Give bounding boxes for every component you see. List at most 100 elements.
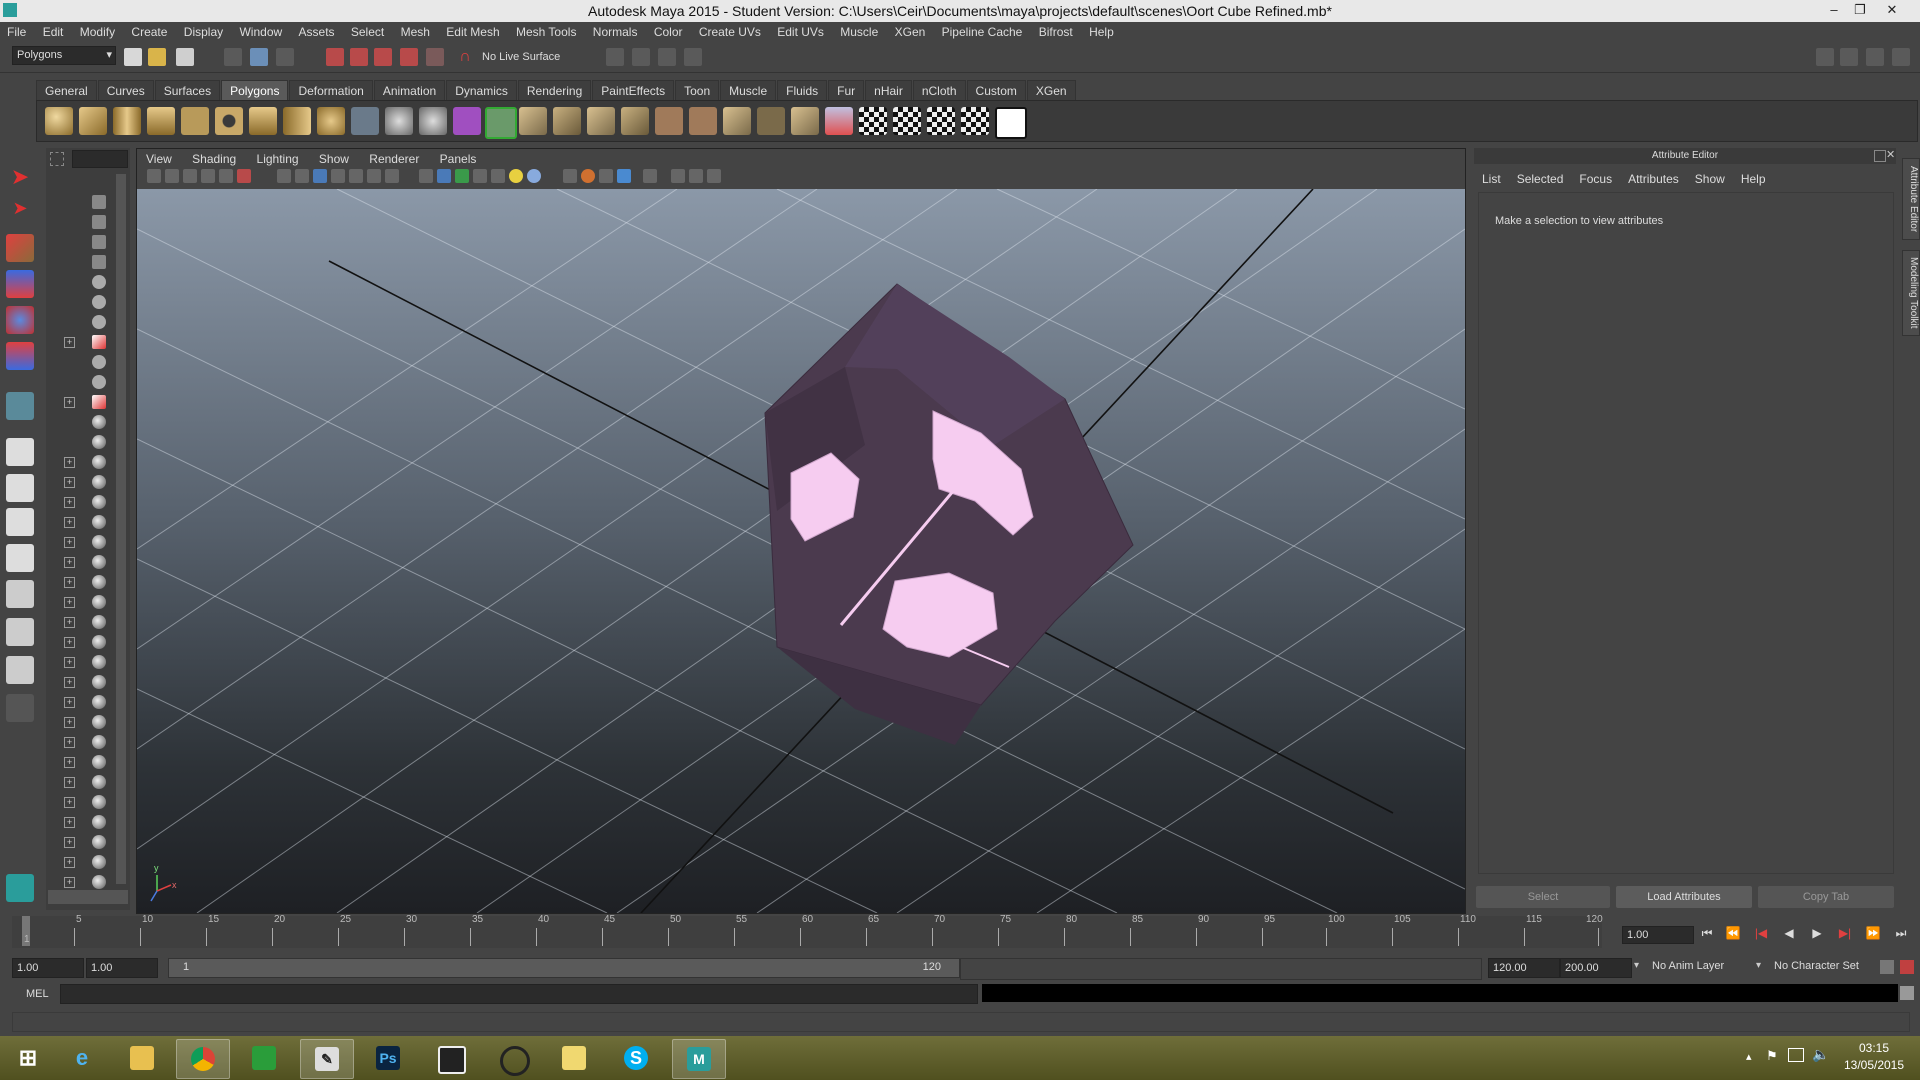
taskbar-photoshop[interactable]: Ps xyxy=(362,1039,414,1077)
mel-label[interactable]: MEL xyxy=(26,988,49,1000)
select-camera-icon[interactable] xyxy=(147,169,161,183)
bookmarks-icon[interactable] xyxy=(183,169,197,183)
auto-key-icon[interactable] xyxy=(1900,960,1914,974)
outliner-row[interactable]: + xyxy=(46,332,130,352)
taskbar-maya[interactable]: M xyxy=(672,1039,726,1079)
expand-icon[interactable]: + xyxy=(64,797,75,808)
range-slider-bar[interactable]: 1 120 xyxy=(168,958,960,978)
insert-edge-loop-icon[interactable] xyxy=(621,107,649,135)
attr-menu-list[interactable]: List xyxy=(1474,172,1509,186)
menu-pipeline-cache[interactable]: Pipeline Cache xyxy=(935,22,1029,39)
shelf-tab-nhair[interactable]: nHair xyxy=(865,80,912,101)
two-d-pan-zoom-icon[interactable] xyxy=(219,169,233,183)
step-forward-key-button[interactable]: ⏩ xyxy=(1864,926,1882,942)
mirror-cut-icon[interactable] xyxy=(825,107,853,135)
outliner-row[interactable]: + xyxy=(46,512,130,532)
outliner-row[interactable]: + xyxy=(46,632,130,652)
playback-end-field[interactable]: 120.00 xyxy=(1488,958,1560,978)
field-chart-icon[interactable] xyxy=(349,169,363,183)
viewport-menu-lighting[interactable]: Lighting xyxy=(248,149,307,166)
select-object-icon[interactable] xyxy=(250,48,268,66)
expand-icon[interactable]: + xyxy=(64,757,75,768)
image-plane-icon[interactable] xyxy=(201,169,215,183)
poly-cube-icon[interactable] xyxy=(79,107,107,135)
textured-icon[interactable] xyxy=(473,169,487,183)
expand-icon[interactable]: + xyxy=(64,697,75,708)
camera-attributes-icon[interactable] xyxy=(165,169,179,183)
outliner-row[interactable]: + xyxy=(46,812,130,832)
taskbar-circle-app[interactable] xyxy=(486,1039,538,1077)
time-slider[interactable]: 1 5 10 15 20 25 30 35 40 45 50 55 60 65 … xyxy=(12,914,1603,948)
save-scene-icon[interactable] xyxy=(176,48,194,66)
uv-editor-icon[interactable] xyxy=(995,107,1027,139)
network-icon[interactable] xyxy=(1788,1048,1804,1062)
tab-modeling-toolkit[interactable]: Modeling Toolkit xyxy=(1902,250,1920,336)
wireframe-on-shaded-icon[interactable] xyxy=(455,169,469,183)
menu-edit-mesh[interactable]: Edit Mesh xyxy=(439,22,505,39)
menu-help[interactable]: Help xyxy=(1082,22,1120,39)
layout-persp-graph-icon[interactable] xyxy=(6,544,34,572)
xray-joints-icon[interactable] xyxy=(689,169,703,183)
uv-automatic-icon[interactable] xyxy=(961,107,989,135)
reduce-icon[interactable] xyxy=(757,107,785,135)
xray-icon[interactable] xyxy=(671,169,685,183)
outliner-row[interactable]: + xyxy=(46,612,130,632)
poly-prism-icon[interactable] xyxy=(249,107,277,135)
outliner-row[interactable]: + xyxy=(46,572,130,592)
taskbar-folder[interactable] xyxy=(548,1039,600,1077)
poly-pipe-icon[interactable] xyxy=(283,107,311,135)
show-manipulator-icon[interactable] xyxy=(6,392,34,420)
outliner-row[interactable]: + xyxy=(46,472,130,492)
wireframe-icon[interactable] xyxy=(419,169,433,183)
combine-icon[interactable] xyxy=(351,107,379,135)
render-settings-icon[interactable] xyxy=(684,48,702,66)
resolution-gate-icon[interactable] xyxy=(313,169,327,183)
show-hidden-icons-icon[interactable]: ▴ xyxy=(1746,1050,1752,1063)
viewport-menu-renderer[interactable]: Renderer xyxy=(360,149,427,166)
current-frame-field[interactable]: 1.00 xyxy=(1622,926,1694,944)
expand-icon[interactable]: + xyxy=(64,877,75,888)
expand-icon[interactable]: + xyxy=(64,717,75,728)
new-scene-icon[interactable] xyxy=(124,48,142,66)
extrude-icon[interactable] xyxy=(485,107,517,139)
depth-of-field-icon[interactable] xyxy=(617,169,631,183)
viewport-menu-panels[interactable]: Panels xyxy=(431,149,485,166)
scale-tool-icon[interactable] xyxy=(6,342,34,370)
layout-outliner-icon[interactable] xyxy=(6,618,34,646)
expand-icon[interactable]: + xyxy=(64,817,75,828)
menu-color[interactable]: Color xyxy=(647,22,689,39)
expand-icon[interactable]: + xyxy=(64,397,75,408)
xray-components-icon[interactable] xyxy=(707,169,721,183)
outliner-row[interactable]: + xyxy=(46,532,130,552)
outliner-horizontal-scrollbar[interactable] xyxy=(48,890,128,904)
expand-icon[interactable]: + xyxy=(64,577,75,588)
outliner-row[interactable] xyxy=(46,232,130,252)
system-clock[interactable]: 03:15 13/05/2015 xyxy=(1834,1040,1914,1074)
taskbar-chrome[interactable] xyxy=(176,1039,230,1079)
outliner-row[interactable]: + xyxy=(46,692,130,712)
snap-plane-icon[interactable] xyxy=(400,48,418,66)
menu-select[interactable]: Select xyxy=(344,22,390,39)
expand-icon[interactable]: + xyxy=(64,337,75,348)
poly-soccer-ball-icon[interactable] xyxy=(317,107,345,135)
viewport-menu-show[interactable]: Show xyxy=(310,149,357,166)
expand-icon[interactable]: + xyxy=(64,657,75,668)
safe-action-icon[interactable] xyxy=(367,169,381,183)
outliner-row[interactable] xyxy=(46,292,130,312)
shelf-tab-rendering[interactable]: Rendering xyxy=(517,80,592,101)
shelf-tab-fluids[interactable]: Fluids xyxy=(777,80,828,101)
expand-icon[interactable]: + xyxy=(64,857,75,868)
channel-box-toggle-icon[interactable] xyxy=(1892,48,1910,66)
checker-icon[interactable] xyxy=(491,169,505,183)
key-icon[interactable] xyxy=(1880,960,1894,974)
taskbar-movie-maker[interactable] xyxy=(424,1039,476,1077)
multisample-icon[interactable] xyxy=(599,169,613,183)
shelf-tab-toon[interactable]: Toon xyxy=(675,80,720,101)
expand-icon[interactable]: + xyxy=(64,597,75,608)
paint-select-tool-icon[interactable] xyxy=(6,234,34,262)
script-editor-icon[interactable] xyxy=(1900,986,1914,1000)
scene-canvas[interactable]: y x xyxy=(137,189,1465,913)
shelf-tab-general[interactable]: General xyxy=(36,80,97,101)
step-back-frame-button[interactable]: |◀ xyxy=(1752,926,1770,942)
minimize-button[interactable]: – xyxy=(1824,2,1844,18)
